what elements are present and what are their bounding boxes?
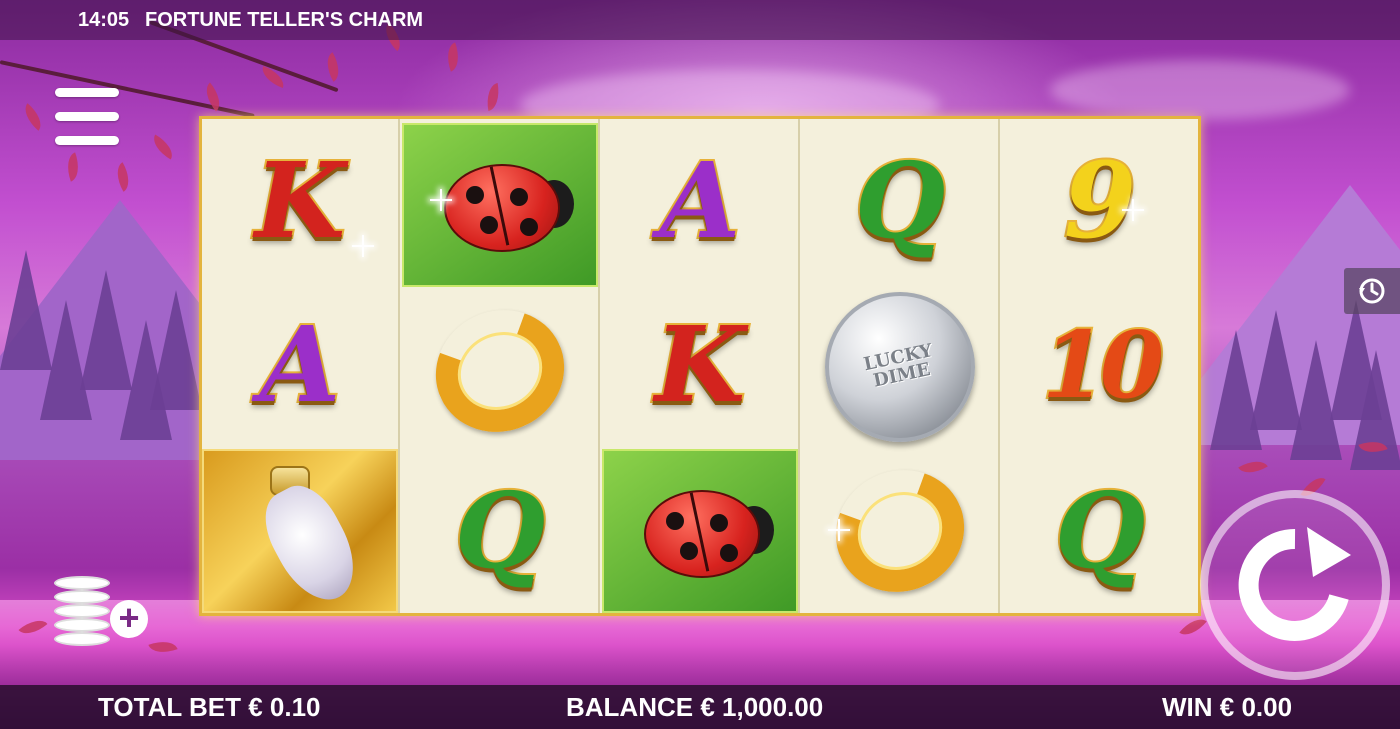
symbol-text: Q [1053, 469, 1148, 592]
symbol-10-orange: 10 [1002, 283, 1198, 447]
reel-grid: K A Q A K Q LUCKY DIME 9 10 Q [199, 116, 1201, 616]
spin-button[interactable] [1200, 490, 1390, 680]
symbol-rabbit-foot [202, 449, 398, 614]
symbol-text: 9 [1062, 139, 1138, 262]
symbol-text: K [253, 139, 347, 262]
spin-arrow-icon [1238, 527, 1351, 641]
balance-label: BALANCE € 1,000.00 [566, 692, 824, 722]
symbol-ladybug [602, 449, 798, 613]
reel-2: Q [402, 119, 600, 613]
symbol-ladybug [402, 123, 598, 287]
reel-1: K A [202, 119, 400, 614]
clock-time: 14:05 [78, 9, 130, 31]
ladybug-icon [630, 476, 774, 586]
coin-stack-plus-icon[interactable]: + [54, 576, 150, 648]
bottom-bar: TOTAL BET € 0.10 BALANCE € 1,000.00 WIN … [0, 685, 1400, 729]
symbol-q-green: Q [802, 119, 998, 283]
symbol-q-green: Q [1002, 449, 1198, 613]
total-bet-label: TOTAL BET € 0.10 [98, 692, 321, 722]
reel-3: A K [602, 119, 800, 613]
plus-icon: + [110, 600, 148, 638]
symbol-text: 10 [1040, 311, 1166, 419]
history-clock-icon[interactable] [1344, 268, 1400, 314]
coin-text: LUCKY DIME [861, 340, 935, 392]
symbol-q-green: Q [402, 449, 598, 613]
symbol-text: Q [853, 139, 948, 262]
symbol-text: A [658, 139, 743, 262]
symbol-k-red: K [602, 283, 798, 447]
symbol-coin: LUCKY DIME [802, 285, 998, 449]
symbol-text: K [653, 303, 747, 426]
rabbit-foot-icon [240, 456, 371, 614]
reel-4: Q LUCKY DIME [802, 119, 1000, 613]
game-title: FORTUNE TELLER'S CHARM [145, 9, 424, 31]
symbol-horseshoe [402, 289, 598, 453]
horseshoe-icon [815, 449, 985, 613]
symbol-k-red: K [202, 119, 398, 283]
win-label: WIN € 0.00 [1162, 692, 1293, 722]
symbol-text: Q [453, 469, 548, 592]
ladybug-icon [430, 150, 574, 260]
symbol-a-purple: A [202, 283, 398, 447]
symbol-a-purple: A [602, 119, 798, 283]
reel-5: 9 10 Q [1002, 119, 1200, 613]
symbol-text: A [258, 303, 343, 426]
horseshoe-icon [415, 289, 585, 453]
lucky-dime-coin-icon: LUCKY DIME [825, 292, 975, 442]
symbol-horseshoe [802, 449, 998, 613]
symbol-9-yellow: 9 [1002, 119, 1198, 283]
top-bar: 14:05 FORTUNE TELLER'S CHARM [0, 0, 1400, 40]
hamburger-menu-icon[interactable] [55, 88, 119, 148]
